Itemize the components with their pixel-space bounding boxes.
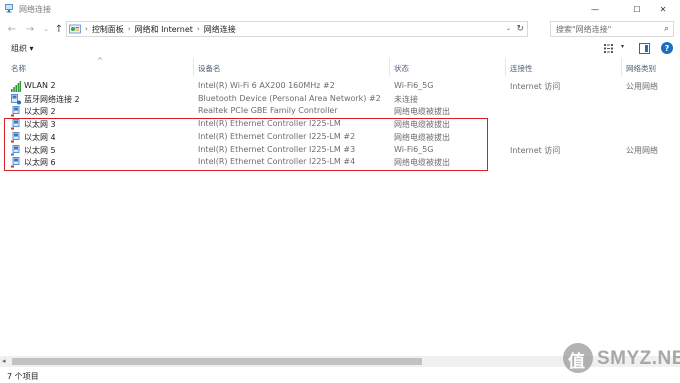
list-item[interactable]: 蓝牙网络连接 2 Bluetooth Device (Personal Area… <box>0 93 680 106</box>
annotation-highlight-box <box>4 118 488 171</box>
breadcrumb-network-connections[interactable]: 网络连接 <box>204 24 236 35</box>
window-title: 网络连接 <box>19 5 51 14</box>
column-divider[interactable] <box>505 58 506 76</box>
breadcrumb-network-internet[interactable]: 网络和 Internet <box>135 24 193 35</box>
navigation-bar: ← → ⌄ ↑ › 控制面板 › 网络和 Internet › 网络连接 ⌄ ↻… <box>0 18 680 40</box>
connection-name: 以太网 2 <box>24 107 56 117</box>
back-button[interactable]: ← <box>6 23 18 35</box>
back-arrow-icon: ← <box>7 23 17 35</box>
device-name: Realtek PCIe GBE Family Controller <box>198 106 338 116</box>
minimize-button[interactable]: — <box>578 0 612 18</box>
minimize-icon: — <box>591 4 599 14</box>
connection-name: 蓝牙网络连接 2 <box>24 94 80 104</box>
scrollbar-thumb[interactable] <box>12 358 422 365</box>
close-icon: ✕ <box>659 4 667 14</box>
connection-status: 未连接 <box>394 94 418 104</box>
address-bar[interactable]: › 控制面板 › 网络和 Internet › 网络连接 ⌄ ↻ <box>66 21 528 37</box>
column-header-category[interactable]: 网络类别 <box>626 63 656 74</box>
forward-button[interactable]: → <box>24 23 36 35</box>
ethernet-adapter-icon <box>11 106 20 117</box>
maximize-icon: ☐ <box>633 4 641 14</box>
chevron-down-icon: ⌄ <box>43 25 49 33</box>
forward-arrow-icon: → <box>25 23 35 35</box>
preview-pane-icon[interactable] <box>639 43 650 54</box>
view-options-dropdown[interactable]: ▾ <box>621 43 624 50</box>
column-headers: ^ 名称 设备名 状态 连接性 网络类别 <box>0 57 680 76</box>
close-button[interactable]: ✕ <box>646 0 680 18</box>
column-header-name[interactable]: 名称 <box>11 63 26 74</box>
column-divider[interactable] <box>193 58 194 76</box>
connection-status: Wi-Fi6_5G <box>394 81 434 90</box>
connectivity: Internet 访问 <box>510 145 561 155</box>
command-bar: 组织 ▾ ▾ ? <box>0 40 680 58</box>
connection-name: WLAN 2 <box>24 81 56 90</box>
help-icon[interactable]: ? <box>661 42 673 54</box>
view-options-icon[interactable] <box>604 44 616 53</box>
organize-menu-button[interactable]: 组织 ▾ <box>11 43 34 54</box>
sort-ascending-icon: ^ <box>97 57 103 65</box>
watermark-logo <box>563 343 593 373</box>
connection-status: 网络电缆被拔出 <box>394 107 450 117</box>
up-arrow-icon: ↑ <box>54 23 64 35</box>
network-category: 公用网络 <box>626 82 658 91</box>
scroll-left-icon[interactable]: ◂ <box>2 357 6 365</box>
up-button[interactable]: ↑ <box>53 23 65 35</box>
search-box[interactable]: ⌕ <box>550 21 674 37</box>
network-category: 公用网络 <box>626 145 658 155</box>
search-icon: ⌕ <box>663 24 669 34</box>
breadcrumb-separator: › <box>85 25 88 33</box>
control-panel-icon <box>69 24 81 33</box>
breadcrumb-control-panel[interactable]: 控制面板 <box>92 24 124 35</box>
wifi-signal-icon <box>11 81 21 92</box>
column-divider[interactable] <box>389 58 390 76</box>
list-item[interactable]: 以太网 2 Realtek PCIe GBE Family Controller… <box>0 105 680 118</box>
list-item[interactable]: WLAN 2 Intel(R) Wi-Fi 6 AX200 160MHz #2 … <box>0 80 680 93</box>
column-header-connectivity[interactable]: 连接性 <box>510 63 533 74</box>
address-history-dropdown[interactable]: ⌄ <box>506 25 511 32</box>
network-connections-icon <box>5 4 13 13</box>
column-header-status[interactable]: 状态 <box>394 63 409 74</box>
device-name: Intel(R) Wi-Fi 6 AX200 160MHz #2 <box>198 81 335 90</box>
search-input[interactable] <box>556 24 656 34</box>
refresh-icon[interactable]: ↻ <box>516 24 524 34</box>
device-name: Bluetooth Device (Personal Area Network)… <box>198 93 381 103</box>
title-bar: 网络连接 — ☐ ✕ <box>0 0 680 18</box>
column-divider[interactable] <box>621 58 622 76</box>
connectivity: Internet 访问 <box>510 82 561 91</box>
breadcrumb-separator[interactable]: › <box>197 25 200 33</box>
watermark-text: SMYZ.NET <box>597 348 680 369</box>
item-count: 7 个项目 <box>7 372 39 381</box>
bluetooth-network-icon <box>11 93 21 105</box>
breadcrumb-separator[interactable]: › <box>128 25 131 33</box>
recent-locations-button[interactable]: ⌄ <box>40 23 52 35</box>
column-header-device[interactable]: 设备名 <box>198 63 221 74</box>
